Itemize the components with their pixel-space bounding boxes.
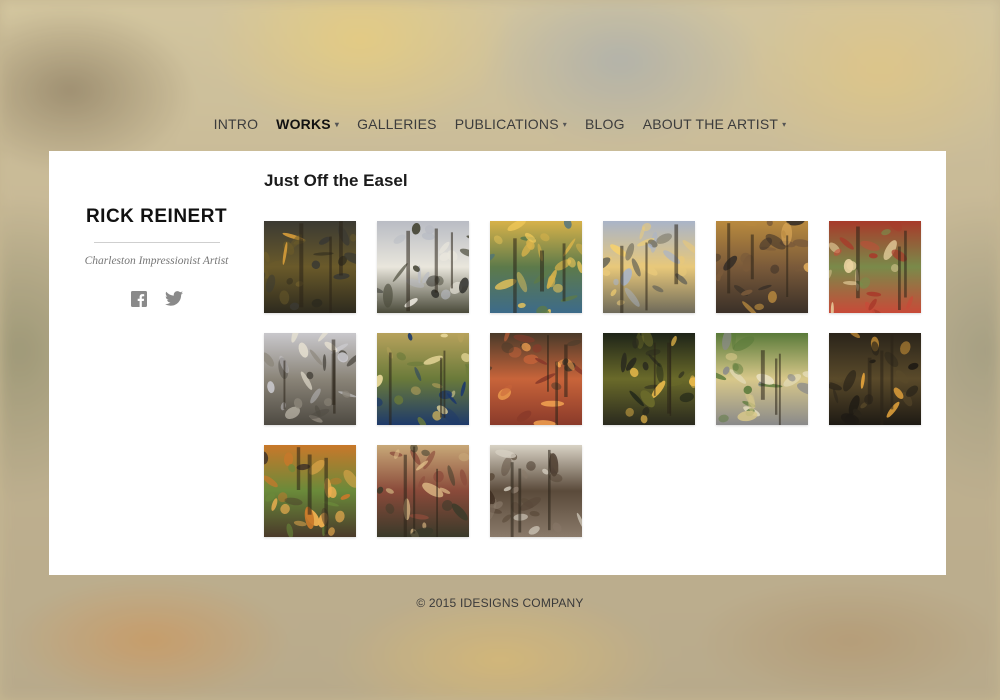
chevron-down-icon: ▾ xyxy=(334,120,340,129)
page-title: Just Off the Easel xyxy=(264,171,408,190)
nav-item-works[interactable]: WORKS ▾ xyxy=(267,116,348,132)
site-tagline: Charleston Impressionist Artist xyxy=(84,255,229,267)
painting-thumbnail[interactable] xyxy=(603,333,695,425)
painting-thumbnail[interactable] xyxy=(264,221,356,313)
twitter-icon[interactable] xyxy=(164,291,183,307)
nav-item-label: ABOUT THE ARTIST xyxy=(642,116,779,132)
nav-item-label: GALLERIES xyxy=(357,116,437,132)
site-brand[interactable]: RICK REINERT xyxy=(49,206,264,228)
content-card: RICK REINERT Charleston Impressionist Ar… xyxy=(49,151,946,575)
painting-thumbnail[interactable] xyxy=(490,221,582,313)
painting-thumbnail[interactable] xyxy=(490,445,582,537)
painting-thumbnail[interactable] xyxy=(716,221,808,313)
painting-thumbnail[interactable] xyxy=(829,333,921,425)
nav-item-about-the-artist[interactable]: ABOUT THE ARTIST ▾ xyxy=(634,116,796,132)
painting-thumbnail[interactable] xyxy=(490,333,582,425)
social-links xyxy=(49,291,264,307)
nav-item-label: WORKS xyxy=(276,116,331,132)
nav-item-intro[interactable]: INTRO xyxy=(205,116,268,132)
painting-thumbnail[interactable] xyxy=(264,333,356,425)
painting-thumbnail[interactable] xyxy=(264,445,356,537)
facebook-icon[interactable] xyxy=(130,291,147,307)
painting-thumbnail[interactable] xyxy=(377,445,469,537)
painting-thumbnail[interactable] xyxy=(377,333,469,425)
nav-item-label: INTRO xyxy=(213,116,259,132)
chevron-down-icon: ▾ xyxy=(782,120,787,129)
main-nav: INTRO WORKS ▾ GALLERIES PUBLICATIONS ▾ BLOG ABO… xyxy=(0,116,1000,132)
nav-item-galleries[interactable]: GALLERIES xyxy=(348,116,446,132)
brand-divider xyxy=(94,242,220,243)
painting-thumbnail[interactable] xyxy=(603,221,695,313)
painting-thumbnail[interactable] xyxy=(716,333,808,425)
nav-item-publications[interactable]: PUBLICATIONS ▾ xyxy=(446,116,576,132)
footer-copyright: © 2015 IDESIGNS COMPANY xyxy=(416,596,584,610)
nav-item-blog[interactable]: BLOG xyxy=(576,116,634,132)
nav-item-label: BLOG xyxy=(584,116,625,132)
painting-thumbnail[interactable] xyxy=(829,221,921,313)
nav-item-label: PUBLICATIONS xyxy=(454,116,559,132)
painting-grid xyxy=(264,221,921,537)
painting-thumbnail[interactable] xyxy=(377,221,469,313)
chevron-down-icon: ▾ xyxy=(562,120,567,129)
